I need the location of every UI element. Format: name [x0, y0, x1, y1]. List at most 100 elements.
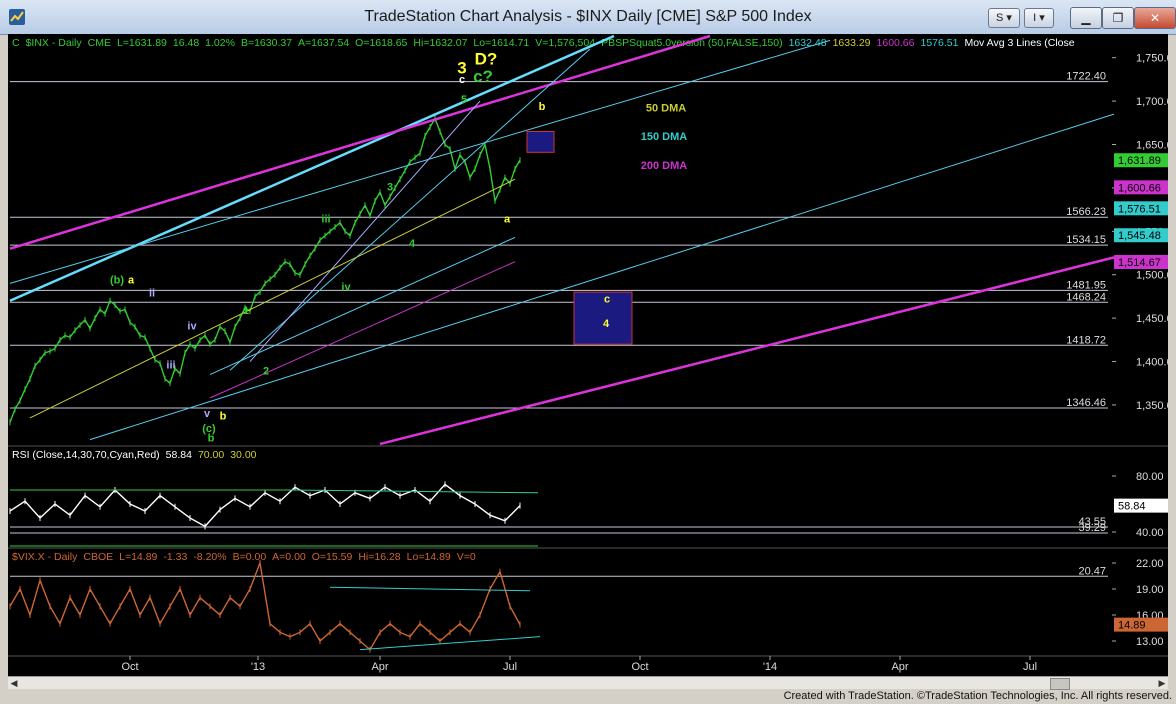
trend-line-channel-3 [229, 48, 591, 371]
last-value-label: 14.89 [1118, 620, 1146, 632]
legend-item: L=1631.89 [117, 37, 167, 49]
legend-item: L=14.89 [119, 551, 157, 563]
scroll-thumb[interactable] [1050, 678, 1070, 690]
close-button[interactable]: ✕ [1134, 7, 1176, 29]
level-label: 1722.40 [1066, 71, 1106, 83]
y-tick-label: 1,400.00 [1136, 357, 1168, 369]
legend-item: 1600.66 [877, 37, 915, 49]
legend-item: 16.48 [173, 37, 199, 49]
level-label: 1418.72 [1066, 334, 1106, 346]
legend-item: PBSPSquat5.0version (50,FALSE,150) [601, 37, 783, 49]
y-tick-label: 1,450.00 [1136, 313, 1168, 325]
wave-annotation: ii [149, 287, 155, 299]
legend-item: $VIX.X - Daily [12, 551, 78, 563]
legend-item: RSI (Close,14,30,70,Cyan,Red) [12, 449, 160, 461]
legend: RSI (Close,14,30,70,Cyan,Red) 58.84 70.00 3… [12, 449, 257, 461]
level-label: 20.47 [1078, 565, 1106, 577]
level-label: 1534.15 [1066, 234, 1106, 246]
legend-item: O=1618.65 [355, 37, 407, 49]
x-tick-label: Jul [503, 661, 517, 673]
wave-annotation: iv [187, 320, 197, 332]
x-tick-label: Apr [371, 661, 388, 673]
restore-icon: ❐ [1112, 11, 1124, 25]
level-label: 1468.24 [1066, 291, 1106, 303]
wave-annotation: 1 [243, 305, 249, 317]
x-tick-label: Oct [631, 661, 648, 673]
legend-item: 58.84 [166, 449, 192, 461]
wave-annotation: 5 [461, 94, 467, 106]
wave-annotation: D? [475, 50, 498, 69]
wave-annotation: b [220, 411, 227, 423]
legend-item: Hi=16.28 [358, 551, 400, 563]
y-tick-label: 22.00 [1136, 558, 1164, 570]
wave-annotation: c [604, 294, 610, 306]
x-tick-label: Oct [121, 661, 138, 673]
x-tick-label: Apr [891, 661, 908, 673]
trend-line-channel-2 [89, 113, 1115, 441]
close-icon: ✕ [1149, 11, 1161, 25]
y-tick-label: 1,650.00 [1136, 140, 1168, 152]
symbol-link-button[interactable]: S ▾ [988, 8, 1020, 28]
legend-item: Hi=1632.07 [413, 37, 467, 49]
wave-annotation: 200 DMA [641, 160, 688, 172]
wave-annotation: b [208, 432, 215, 444]
level-label: 39.29 [1078, 522, 1106, 534]
legend: C $INX - Daily CME L=1631.89 16.48 1.02% B=163… [12, 37, 1075, 49]
wave-annotation: 2 [263, 366, 269, 378]
y-tick-label: 1,750.00 [1136, 53, 1168, 65]
wave-annotation: 4 [409, 238, 416, 250]
y-tick-label: 80.00 [1136, 471, 1164, 483]
legend-item: -1.33 [163, 551, 187, 563]
level-label: 1481.95 [1066, 279, 1106, 291]
wave-annotation: a [128, 274, 135, 286]
legend-item: CME [88, 37, 111, 49]
wave-annotation: iii [321, 214, 330, 226]
legend-item: 1576.51 [921, 37, 959, 49]
wave-annotation: (b) [110, 274, 124, 286]
indicator-button[interactable]: I ▾ [1024, 8, 1054, 28]
last-value-label: 1,631.89 [1118, 155, 1161, 167]
legend-item: CBOE [83, 551, 113, 563]
legend-item: 1.02% [205, 37, 235, 49]
vix-channel-bottom [359, 636, 541, 651]
y-tick-label: 1,500.00 [1136, 270, 1168, 282]
target-box [526, 130, 555, 153]
last-value-label: 1,600.66 [1118, 182, 1161, 194]
legend-item: Lo=1614.71 [473, 37, 529, 49]
last-value-label: 58.84 [1118, 501, 1146, 513]
wave-annotation: a [504, 214, 511, 226]
level-label: 1346.46 [1066, 397, 1106, 409]
wave-annotation: iii [166, 359, 175, 371]
trend-line-cyan-thick [9, 34, 615, 302]
chart-svg[interactable]: 1,350.001,400.001,450.001,500.001,550.00… [8, 34, 1168, 676]
y-tick-label: 40.00 [1136, 527, 1164, 539]
wave-annotation: v [204, 408, 211, 420]
y-tick-label: 1,700.00 [1136, 96, 1168, 108]
wave-annotation: 50 DMA [646, 103, 686, 115]
last-value-label: 1,576.51 [1118, 203, 1161, 215]
x-tick-label: '14 [763, 661, 777, 673]
scroll-right-icon[interactable]: ▶ [1156, 677, 1168, 689]
y-tick-label: 19.00 [1136, 584, 1164, 596]
legend-item: O=15.59 [312, 551, 353, 563]
minimize-icon: ▁ [1081, 11, 1091, 25]
x-tick-label: Jul [1023, 661, 1037, 673]
wave-annotation: c? [473, 67, 493, 86]
legend-item: 30.00 [230, 449, 256, 461]
legend-item: 70.00 [198, 449, 224, 461]
y-tick-label: 1,350.00 [1136, 400, 1168, 412]
restore-button[interactable]: ❐ [1102, 7, 1134, 29]
wave-annotation: 150 DMA [641, 131, 688, 143]
chart-area[interactable]: 1,350.001,400.001,450.001,500.001,550.00… [8, 34, 1168, 676]
vix-channel-top [329, 586, 531, 592]
title-bar: TradeStation Chart Analysis - $INX Daily… [0, 0, 1176, 35]
horizontal-scrollbar[interactable]: ◀ ▶ [8, 676, 1168, 690]
scroll-left-icon[interactable]: ◀ [8, 677, 20, 689]
level-label: 1566.23 [1066, 206, 1106, 218]
legend-item: A=0.00 [272, 551, 306, 563]
last-value-label: 1,514.67 [1118, 257, 1161, 269]
wave-annotation: iv [341, 281, 351, 293]
minimize-button[interactable]: ▁ [1070, 7, 1102, 29]
legend-item: -8.20% [193, 551, 226, 563]
legend-item: Mov Avg 3 Lines (Close [964, 37, 1074, 49]
